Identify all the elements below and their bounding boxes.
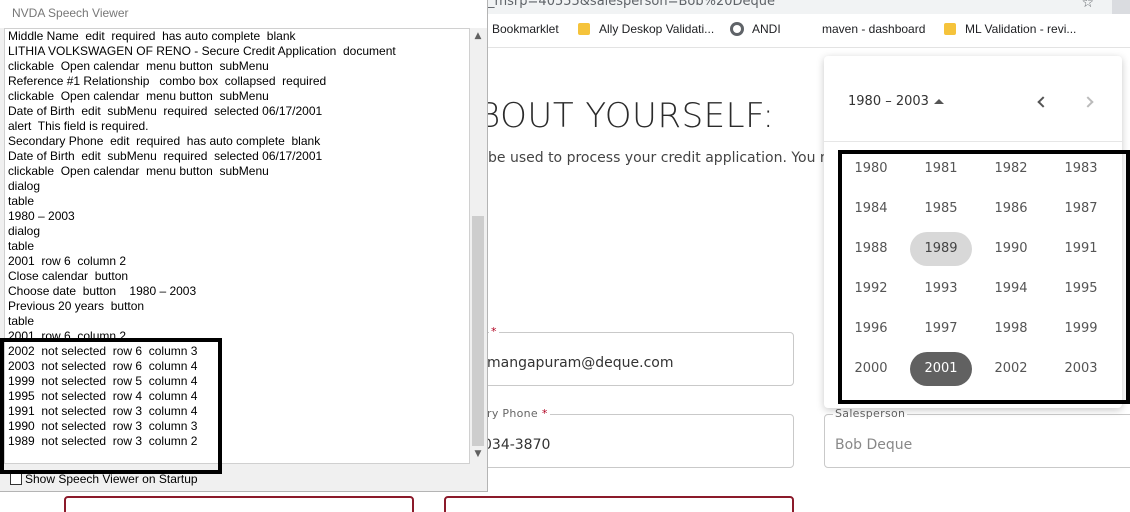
speech-log-line: clickable Open calendar menu button subM…: [8, 59, 269, 73]
speech-log-line: dialog: [8, 179, 41, 193]
salesperson-label: Salesperson: [833, 407, 908, 420]
startup-option[interactable]: Show Speech Viewer on Startup: [10, 472, 198, 486]
year-cell-1998[interactable]: 1998: [980, 312, 1042, 346]
bookmark-item[interactable]: Bookmarklet: [492, 22, 559, 36]
bookmark-label: ANDI: [752, 22, 781, 36]
phone-field[interactable]: ry Phone * 034-3870: [470, 407, 794, 468]
phone-value: 034-3870: [483, 437, 551, 453]
speech-log-line: 2001 row 6 column 2: [8, 254, 127, 268]
scrollbar-thumb[interactable]: [472, 216, 484, 446]
year-cell-1983[interactable]: 1983: [1050, 152, 1112, 186]
year-cell-1997[interactable]: 1997: [910, 312, 972, 346]
speech-log-line: Date of Birth edit subMenu required sele…: [8, 104, 323, 118]
speech-viewer-titlebar[interactable]: NVDA Speech Viewer: [0, 0, 487, 28]
address-bar[interactable]: _msrp=40555&salesperson=Bob%20Deque ☆: [488, 0, 1130, 14]
speech-log-scrollbar[interactable]: ▲ ▼: [470, 28, 486, 464]
year-cell-1999[interactable]: 1999: [1050, 312, 1112, 346]
year-picker-header: 1980 – 2003: [824, 56, 1122, 142]
next-years-button[interactable]: [1080, 92, 1102, 114]
year-cell-2003[interactable]: 2003: [1050, 352, 1112, 386]
speech-log-line: dialog: [8, 224, 41, 238]
year-cell-1985[interactable]: 1985: [910, 192, 972, 226]
speech-log-line: clickable Open calendar menu button subM…: [8, 89, 269, 103]
scroll-down-icon[interactable]: ▼: [470, 446, 486, 462]
year-cell-1995[interactable]: 1995: [1050, 272, 1112, 306]
page-subtext: be used to process your credit applicati…: [488, 150, 851, 166]
bookmarks-bar: Bookmarklet Ally Deskop Validati... ANDI…: [488, 14, 1130, 48]
speech-log-line: Previous 20 years button: [8, 299, 145, 313]
caret-up-icon: [933, 99, 944, 104]
speech-log-line: clickable Open calendar menu button subM…: [8, 164, 269, 178]
salesperson-field[interactable]: Salesperson Bob Deque: [824, 407, 1130, 468]
speech-log-line: Date of Birth edit subMenu required sele…: [8, 149, 323, 163]
email-value: mangapuram@deque.com: [487, 355, 674, 371]
year-cell-2002[interactable]: 2002: [980, 352, 1042, 386]
scroll-up-icon[interactable]: ▲: [470, 28, 486, 44]
year-cell-1982[interactable]: 1982: [980, 152, 1042, 186]
highlight-box: [0, 338, 222, 474]
speech-viewer-window: NVDA Speech Viewer Middle Name edit requ…: [0, 0, 488, 492]
speech-log-line: Middle Name edit required has auto compl…: [8, 29, 296, 43]
year-cell-2000[interactable]: 2000: [840, 352, 902, 386]
globe-icon: [730, 22, 744, 36]
speech-log-line: Choose date button 1980 – 2003: [8, 284, 197, 298]
folder-icon: [944, 23, 956, 35]
window-title: NVDA Speech Viewer: [12, 6, 129, 20]
chevron-left-icon: [1037, 96, 1049, 108]
phone-field-label: ry Phone *: [485, 407, 550, 420]
year-cell-1996[interactable]: 1996: [840, 312, 902, 346]
startup-checkbox[interactable]: [10, 473, 22, 485]
year-cell-1987[interactable]: 1987: [1050, 192, 1112, 226]
year-cell-1992[interactable]: 1992: [840, 272, 902, 306]
bookmark-label: maven - dashboard: [822, 22, 926, 36]
year-cell-1986[interactable]: 1986: [980, 192, 1042, 226]
browser-edge: [1112, 0, 1130, 14]
bookmark-label: ML Validation - revi...: [965, 22, 1077, 36]
speech-log-line: table: [8, 239, 35, 253]
year-cell-1991[interactable]: 1991: [1050, 232, 1112, 266]
speech-log-line: 1980 – 2003: [8, 209, 75, 223]
page-heading: BOUT YOURSELF:: [478, 96, 775, 136]
bookmark-label: Ally Deskop Validati...: [599, 22, 715, 36]
primary-button[interactable]: [444, 496, 794, 512]
bookmark-label: Bookmarklet: [492, 22, 559, 36]
secondary-button[interactable]: [64, 496, 414, 512]
year-grid: 1980 1981 1982 1983 1984 1985 1986 1987 1988 1989…: [838, 150, 1130, 404]
bookmark-item[interactable]: ML Validation - revi...: [944, 22, 1076, 36]
folder-icon: [578, 23, 590, 35]
year-cell-1993[interactable]: 1993: [910, 272, 972, 306]
speech-log-line: table: [8, 314, 35, 328]
year-range-label: 1980 – 2003: [848, 94, 929, 109]
email-field[interactable]: * mangapuram@deque.com: [470, 325, 794, 386]
chevron-right-icon: [1082, 96, 1094, 108]
bookmark-star-icon[interactable]: ☆: [1081, 0, 1094, 11]
previous-years-button[interactable]: [1032, 92, 1054, 114]
speech-log-line: Close calendar button: [8, 269, 129, 283]
year-cell-1990[interactable]: 1990: [980, 232, 1042, 266]
year-cell-1981[interactable]: 1981: [910, 152, 972, 186]
year-cell-2001[interactable]: 2001: [910, 352, 972, 386]
year-cell-1980[interactable]: 1980: [840, 152, 902, 186]
speech-log-line: Secondary Phone edit required has auto c…: [8, 134, 321, 148]
speech-log-line: alert This field is required.: [8, 119, 149, 133]
email-field-label: *: [489, 325, 499, 338]
startup-label: Show Speech Viewer on Startup: [25, 472, 198, 486]
speech-log-line: LITHIA VOLKSWAGEN OF RENO - Secure Credi…: [8, 44, 396, 58]
year-cell-1994[interactable]: 1994: [980, 272, 1042, 306]
speech-log-line: Reference #1 Relationship combo box coll…: [8, 74, 327, 88]
speech-log-line: table: [8, 194, 35, 208]
bookmark-item[interactable]: maven - dashboard: [822, 22, 925, 36]
year-cell-1988[interactable]: 1988: [840, 232, 902, 266]
bookmark-item[interactable]: ANDI: [730, 22, 781, 36]
choose-date-button[interactable]: 1980 – 2003: [848, 94, 944, 109]
url-text: _msrp=40555&salesperson=Bob%20Deque: [488, 0, 776, 9]
year-cell-1984[interactable]: 1984: [840, 192, 902, 226]
salesperson-value: Bob Deque: [835, 437, 913, 453]
year-cell-1989[interactable]: 1989: [910, 232, 972, 266]
bookmark-item[interactable]: Ally Deskop Validati...: [578, 22, 714, 36]
